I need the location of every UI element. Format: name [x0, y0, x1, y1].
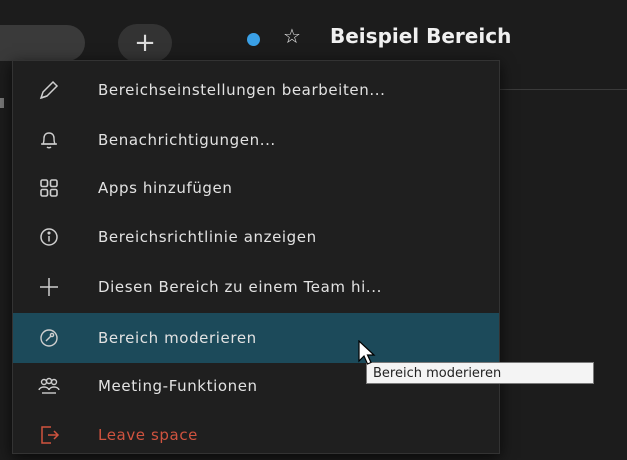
menu-item-label: Bereich moderieren: [98, 329, 257, 347]
menu-item-view-policy[interactable]: Bereichsrichtlinie anzeigen: [13, 212, 499, 262]
star-icon[interactable]: ☆: [283, 24, 301, 48]
menu-item-leave-space[interactable]: Leave space: [13, 410, 499, 460]
menu-item-label: Benachrichtigungen...: [98, 131, 276, 149]
menu-item-add-apps[interactable]: Apps hinzufügen: [13, 163, 499, 213]
bell-icon: [36, 127, 62, 153]
top-bar: + ☆ Beispiel Bereich: [0, 0, 627, 62]
search-pill[interactable]: [0, 25, 85, 61]
apps-grid-icon: [36, 175, 62, 201]
space-context-menu: Bereichseinstellungen bearbeiten... Bena…: [12, 60, 500, 454]
moderate-icon: [36, 325, 62, 351]
plus-icon: [36, 274, 62, 300]
menu-item-label: Bereichsrichtlinie anzeigen: [98, 228, 317, 246]
status-dot-icon: [247, 33, 260, 46]
pencil-icon: [36, 77, 62, 103]
menu-item-label: Leave space: [98, 426, 198, 444]
space-title: Beispiel Bereich: [330, 24, 512, 48]
menu-item-edit-settings[interactable]: Bereichseinstellungen bearbeiten...: [13, 65, 499, 115]
new-space-button[interactable]: +: [118, 24, 172, 62]
mouse-cursor-icon: [358, 340, 376, 365]
menu-item-label: Bereichseinstellungen bearbeiten...: [98, 81, 386, 99]
side-handle: [0, 98, 4, 108]
plus-icon: +: [134, 28, 156, 58]
info-icon: [36, 224, 62, 250]
header-divider: [485, 89, 627, 90]
menu-item-add-to-team[interactable]: Diesen Bereich zu einem Team hi...: [13, 262, 499, 312]
menu-item-label: Apps hinzufügen: [98, 179, 233, 197]
menu-item-moderate-space[interactable]: Bereich moderieren: [13, 313, 499, 363]
menu-item-label: Meeting-Funktionen: [98, 377, 258, 395]
menu-item-notifications[interactable]: Benachrichtigungen...: [13, 115, 499, 165]
people-icon: [36, 373, 62, 399]
tooltip: Bereich moderieren: [366, 362, 594, 384]
leave-icon: [36, 422, 62, 448]
menu-item-label: Diesen Bereich zu einem Team hi...: [98, 278, 382, 296]
